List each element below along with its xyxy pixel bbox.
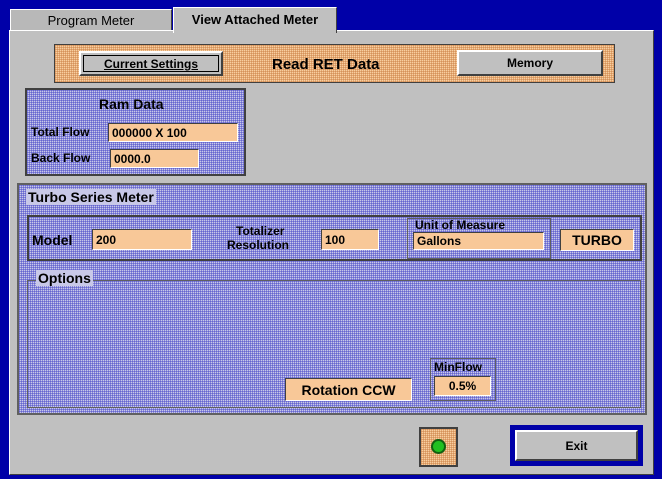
turbo-meter-title: Turbo Series Meter	[26, 189, 156, 205]
status-indicator	[419, 427, 458, 467]
tab-view-attached-meter[interactable]: View Attached Meter	[173, 7, 337, 33]
uom-label: Unit of Measure	[415, 218, 506, 232]
total-flow-value: 000000 X 100	[108, 123, 238, 142]
uom-value: Gallons	[413, 232, 544, 250]
exit-button[interactable]: Exit	[515, 430, 638, 461]
ram-data-title: Ram Data	[99, 96, 164, 112]
model-label: Model	[32, 232, 73, 248]
rotation-value: Rotation CCW	[285, 378, 412, 401]
resolution-label: Resolution	[227, 238, 289, 252]
total-flow-label: Total Flow	[31, 125, 90, 139]
minflow-label: MinFlow	[434, 360, 482, 374]
options-title: Options	[36, 270, 93, 286]
minflow-value: 0.5%	[434, 376, 491, 396]
model-value: 200	[92, 229, 192, 250]
read-ret-data-label: Read RET Data	[272, 56, 380, 73]
tab-program-meter[interactable]: Program Meter	[10, 9, 172, 32]
memory-button[interactable]: Memory	[457, 50, 603, 76]
current-settings-button[interactable]: Current Settings	[79, 51, 223, 76]
back-flow-value: 0000.0	[110, 149, 199, 168]
status-led-icon	[431, 439, 446, 454]
totalizer-resolution-value: 100	[321, 229, 379, 250]
meter-type-value: TURBO	[560, 229, 634, 251]
totalizer-label: Totalizer	[236, 224, 285, 238]
back-flow-label: Back Flow	[31, 151, 91, 165]
